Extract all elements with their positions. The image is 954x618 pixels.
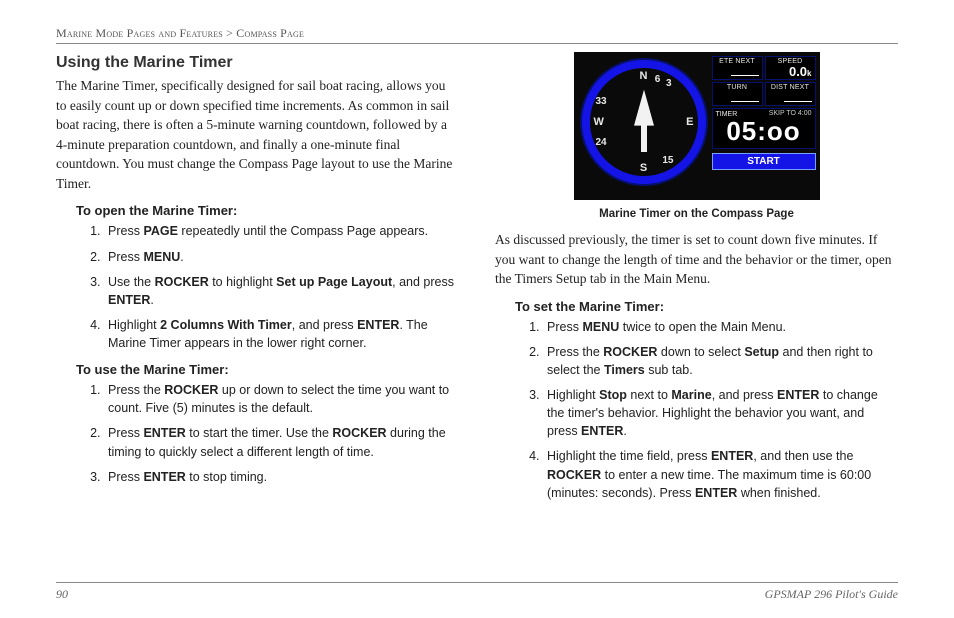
timer-field: TIMER SKIP TO 4:00 05:oo xyxy=(712,108,816,149)
timer-value: 05:oo xyxy=(716,117,812,146)
list-item: Use the ROCKER to highlight Set up Page … xyxy=(104,273,459,309)
set-timer-steps: Press MENU twice to open the Main Menu. … xyxy=(543,318,898,502)
turn-field: TURN xyxy=(712,82,763,106)
compass-dial: N S E W 3 6 33 24 15 xyxy=(580,58,708,186)
dist-next-field: DIST NEXT xyxy=(765,82,816,106)
list-item: Press the ROCKER up or down to select th… xyxy=(104,381,459,417)
page-number: 90 xyxy=(56,587,68,602)
open-timer-steps: Press PAGE repeatedly until the Compass … xyxy=(104,222,459,352)
device-data-fields: ETE NEXT SPEED 0.0k TURN xyxy=(712,56,816,170)
content-columns: Using the Marine Timer The Marine Timer,… xyxy=(56,52,898,509)
open-timer-heading: To open the Marine Timer: xyxy=(76,203,459,218)
intro-paragraph: The Marine Timer, specifically designed … xyxy=(56,76,459,193)
use-timer-steps: Press the ROCKER up or down to select th… xyxy=(104,381,459,486)
set-timer-heading: To set the Marine Timer: xyxy=(515,299,898,314)
list-item: Press the ROCKER down to select Setup an… xyxy=(543,343,898,379)
left-column: Using the Marine Timer The Marine Timer,… xyxy=(56,52,459,509)
compass-w: W xyxy=(594,116,604,128)
guide-title: GPSMAP 296 Pilot's Guide xyxy=(765,587,898,602)
figure: N S E W 3 6 33 24 15 ETE NEXT xyxy=(495,52,898,220)
use-timer-heading: To use the Marine Timer: xyxy=(76,362,459,377)
compass-s: S xyxy=(640,162,647,174)
page-footer: 90 GPSMAP 296 Pilot's Guide xyxy=(56,582,898,602)
breadcrumb: Marine Mode Pages and Features > Compass… xyxy=(56,26,898,44)
section-title: Using the Marine Timer xyxy=(56,54,459,72)
list-item: Press MENU twice to open the Main Menu. xyxy=(543,318,898,336)
list-item: Highlight Stop next to Marine, and press… xyxy=(543,386,898,440)
list-item: Highlight 2 Columns With Timer, and pres… xyxy=(104,316,459,352)
list-item: Press ENTER to stop timing. xyxy=(104,468,459,486)
compass-n: N xyxy=(640,70,648,82)
list-item: Press PAGE repeatedly until the Compass … xyxy=(104,222,459,240)
breadcrumb-section: Marine Mode Pages and Features xyxy=(56,26,223,40)
right-column: N S E W 3 6 33 24 15 ETE NEXT xyxy=(495,52,898,509)
list-item: Press ENTER to start the timer. Use the … xyxy=(104,424,459,460)
device-screenshot: N S E W 3 6 33 24 15 ETE NEXT xyxy=(574,52,820,200)
speed-field: SPEED 0.0k xyxy=(765,56,816,80)
ete-next-field: ETE NEXT xyxy=(712,56,763,80)
compass-e: E xyxy=(686,116,693,128)
breadcrumb-page: Compass Page xyxy=(236,26,304,40)
list-item: Highlight the time field, press ENTER, a… xyxy=(543,447,898,501)
discussion-paragraph: As discussed previously, the timer is se… xyxy=(495,230,898,289)
start-button[interactable]: START xyxy=(712,153,816,170)
figure-caption: Marine Timer on the Compass Page xyxy=(495,208,898,220)
list-item: Press MENU. xyxy=(104,248,459,266)
